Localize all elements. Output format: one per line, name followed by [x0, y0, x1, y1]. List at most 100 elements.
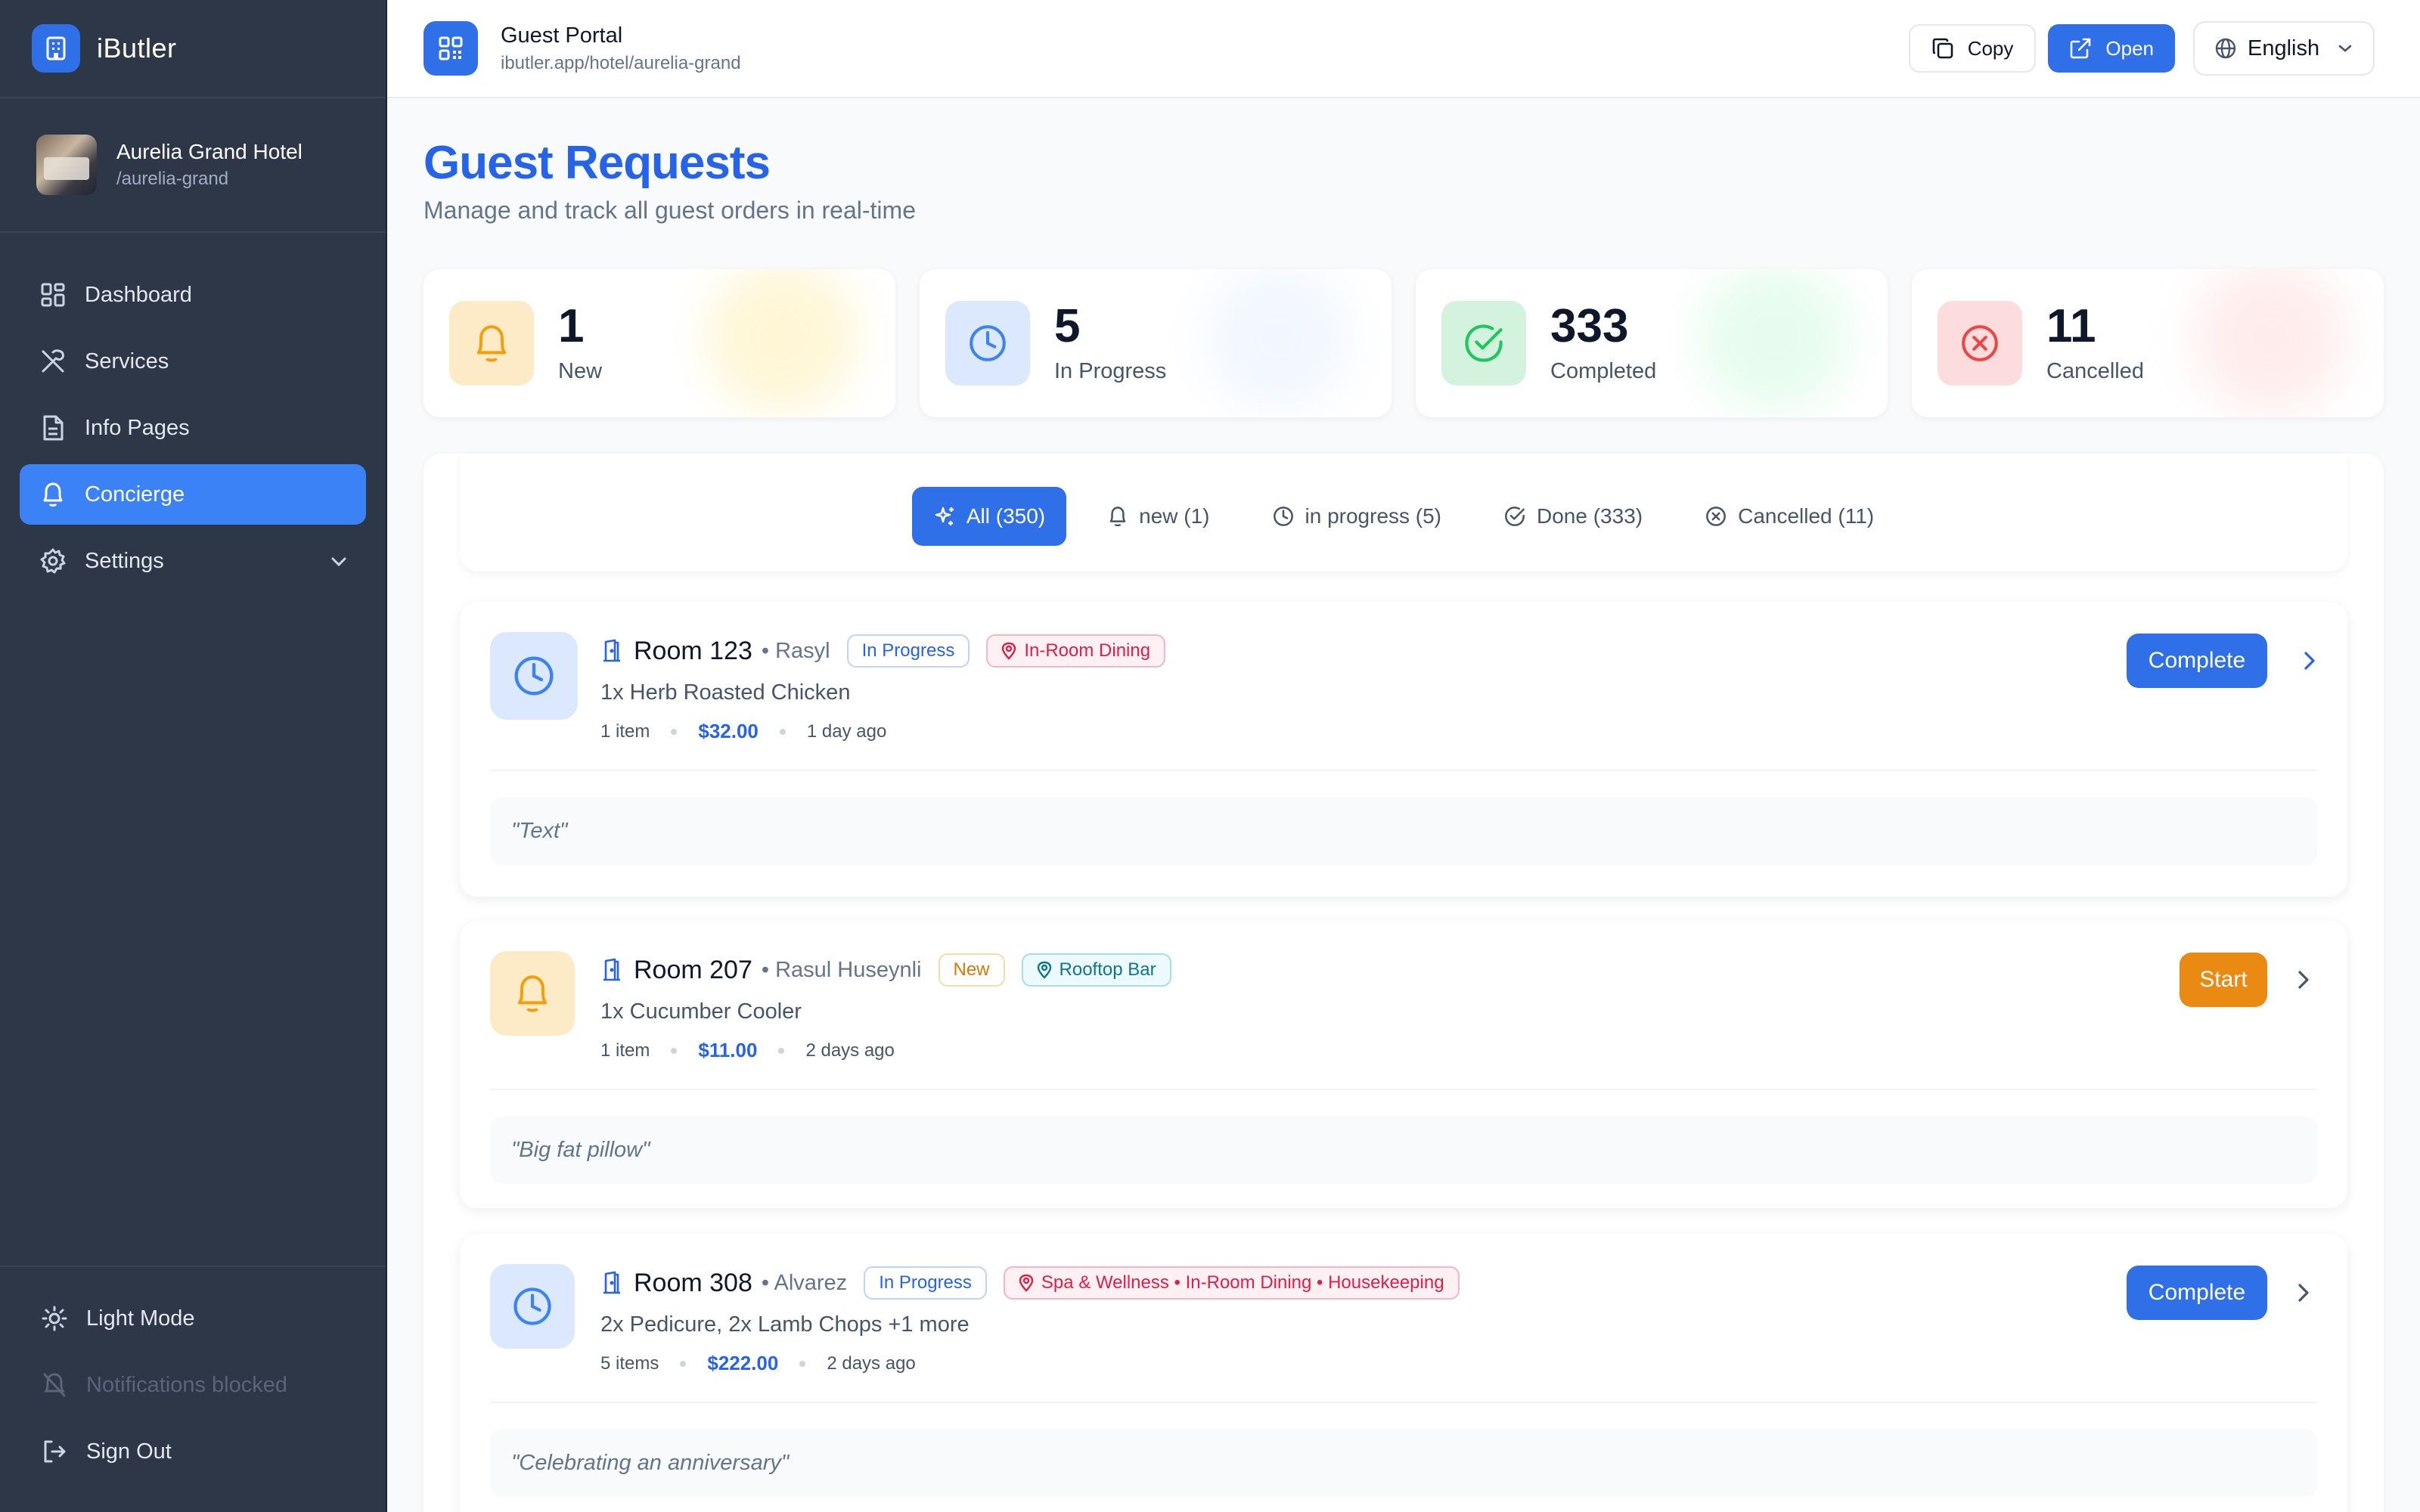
x-circle-icon — [1705, 505, 1727, 528]
hotel-slug: /aurelia-grand — [116, 169, 229, 189]
tab-done[interactable]: Done (333) — [1482, 487, 1664, 546]
map-pin-icon — [1019, 1274, 1034, 1292]
map-pin-icon — [1001, 642, 1016, 660]
location-badge: Spa & Wellness • In-Room Dining • Housek… — [1003, 1266, 1460, 1300]
status-badge: In Progress — [864, 1266, 987, 1300]
stat-value: 1 — [558, 299, 585, 352]
order-time: 2 days ago — [827, 1352, 916, 1374]
clock-icon — [945, 301, 1030, 386]
item-count: 1 item — [600, 1040, 650, 1061]
sidebar-nav: Dashboard Services Info Pages Concierge … — [0, 233, 386, 591]
utensils-icon — [38, 346, 68, 376]
tab-all[interactable]: All (350) — [911, 487, 1067, 546]
sidebar-item-services[interactable]: Services — [20, 331, 366, 392]
door-icon — [600, 1271, 623, 1295]
guest-name: • Rasul Huseynli — [761, 957, 922, 982]
sparkles-icon — [933, 505, 956, 528]
tab-label: in progress (5) — [1305, 504, 1442, 528]
sidebar-item-label: Settings — [85, 548, 164, 573]
chevron-down-icon — [2337, 43, 2353, 54]
copy-icon — [1931, 37, 1954, 60]
theme-toggle-label: Light Mode — [86, 1306, 195, 1331]
map-pin-icon — [1037, 961, 1052, 979]
stat-value: 333 — [1550, 299, 1629, 352]
tab-cancelled[interactable]: Cancelled (11) — [1683, 487, 1895, 546]
open-label: Open — [2105, 36, 2154, 60]
request-card[interactable]: Room 123 • Rasyl In Progress In-Room Din… — [460, 602, 2347, 897]
guest-note: "Celebrating an anniversary" — [490, 1429, 2317, 1497]
guest-note: "Text" — [490, 797, 2317, 865]
main-content: Guest Requests Manage and track all gues… — [387, 98, 2420, 1512]
top-bar: Guest Portal ibutler.app/hotel/aurelia-g… — [387, 0, 2420, 98]
order-time: 1 day ago — [806, 720, 887, 742]
complete-button[interactable]: Complete — [2127, 634, 2267, 688]
check-circle-icon — [1441, 301, 1526, 386]
chevron-right-icon[interactable] — [2296, 968, 2311, 992]
clock-icon — [1272, 505, 1295, 528]
bell-off-icon — [39, 1370, 70, 1400]
sign-out-button[interactable]: Sign Out — [20, 1418, 366, 1485]
stat-card-new[interactable]: 1 New — [424, 269, 895, 417]
tab-label: Done (333) — [1537, 504, 1643, 528]
language-select[interactable]: English — [2193, 21, 2375, 76]
clock-icon — [490, 1264, 575, 1349]
order-total: $11.00 — [698, 1039, 758, 1061]
theme-toggle[interactable]: Light Mode — [20, 1285, 366, 1352]
sidebar-item-concierge[interactable]: Concierge — [20, 464, 366, 525]
stat-card-in-progress[interactable]: 5 In Progress — [920, 269, 1392, 417]
sidebar-item-label: Concierge — [85, 482, 185, 507]
app-name: iButler — [97, 33, 177, 64]
door-icon — [600, 958, 623, 982]
room-number: Room 207 — [634, 955, 752, 984]
stat-card-cancelled[interactable]: 11 Cancelled — [1912, 269, 2384, 417]
guest-portal-title: Guest Portal — [501, 23, 623, 48]
item-count: 5 items — [600, 1352, 659, 1374]
room-number: Room 308 — [634, 1268, 752, 1297]
bell-icon — [1107, 505, 1128, 528]
stat-label: New — [558, 358, 603, 383]
order-items: 2x Pedicure, 2x Lamb Chops +1 more — [600, 1312, 970, 1337]
bell-icon — [449, 301, 534, 386]
stat-card-completed[interactable]: 333 Completed — [1416, 269, 1888, 417]
stats-row: 1 New 5 In Progress 333 Completed 11 Can… — [424, 269, 2384, 417]
open-portal-button[interactable]: Open — [2048, 24, 2175, 73]
dashboard-icon — [38, 280, 68, 310]
page-title: Guest Requests — [424, 137, 771, 189]
complete-button[interactable]: Complete — [2127, 1266, 2267, 1320]
hotel-switcher[interactable]: Aurelia Grand Hotel /aurelia-grand — [0, 98, 386, 233]
hotel-name: Aurelia Grand Hotel — [116, 140, 302, 163]
chevron-right-icon[interactable] — [2296, 1281, 2311, 1305]
clock-icon — [490, 632, 578, 720]
door-icon — [600, 639, 623, 663]
start-button[interactable]: Start — [2180, 953, 2267, 1007]
sidebar-item-label: Dashboard — [85, 282, 192, 307]
notifications-status-label: Notifications blocked — [86, 1372, 287, 1397]
building-icon — [32, 24, 80, 73]
location-label: In-Room Dining — [1024, 640, 1151, 661]
brand[interactable]: iButler — [0, 0, 386, 98]
stat-value: 5 — [1054, 299, 1081, 352]
sidebar-item-label: Info Pages — [85, 415, 190, 440]
order-items: 1x Herb Roasted Chicken — [600, 680, 851, 705]
sidebar-item-dashboard[interactable]: Dashboard — [20, 265, 366, 325]
tab-new[interactable]: new (1) — [1086, 487, 1230, 546]
request-card[interactable]: Room 207 • Rasul Huseynli New Rooftop Ba… — [460, 921, 2347, 1208]
sidebar-footer: Light Mode Notifications blocked Sign Ou… — [0, 1266, 386, 1512]
request-card[interactable]: Room 308 • Alvarez In Progress Spa & Wel… — [460, 1234, 2347, 1512]
order-time: 2 days ago — [805, 1040, 895, 1061]
status-filter-tabs: All (350) new (1) in progress (5) Done (… — [460, 454, 2347, 572]
location-badge: Rooftop Bar — [1021, 953, 1171, 987]
chevron-right-icon[interactable] — [2302, 649, 2317, 673]
sidebar-item-settings[interactable]: Settings — [20, 531, 366, 591]
room-number: Room 123 — [634, 636, 752, 665]
tab-in-progress[interactable]: in progress (5) — [1251, 487, 1463, 546]
qr-code-icon — [424, 21, 478, 76]
order-items: 1x Cucumber Cooler — [600, 999, 802, 1024]
copy-link-button[interactable]: Copy — [1908, 24, 2037, 73]
requests-panel: All (350) new (1) in progress (5) Done (… — [424, 454, 2384, 1512]
sidebar-item-info-pages[interactable]: Info Pages — [20, 398, 366, 458]
check-circle-icon — [1503, 505, 1526, 528]
guest-name: • Alvarez — [761, 1270, 848, 1295]
guest-name: • Rasyl — [761, 638, 830, 663]
sign-out-label: Sign Out — [86, 1439, 172, 1464]
